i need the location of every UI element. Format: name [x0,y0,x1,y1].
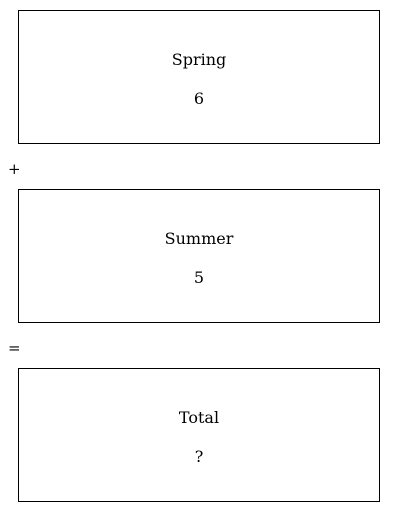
summer-box: Summer 5 [18,189,380,323]
summer-value: 5 [193,268,205,287]
total-box: Total ? [18,368,380,502]
plus-operator: + [8,160,21,178]
spring-value: 6 [193,89,205,108]
total-value: ? [194,447,204,466]
summer-label: Summer [164,229,234,248]
spring-label: Spring [171,50,227,69]
equals-operator: = [8,339,21,357]
total-label: Total [178,408,220,427]
spring-box: Spring 6 [18,10,380,144]
